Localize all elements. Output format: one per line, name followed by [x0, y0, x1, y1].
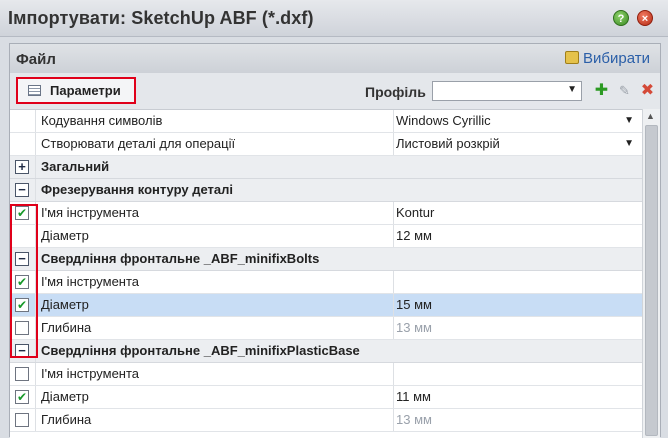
row-checkbox[interactable]: [15, 413, 29, 427]
close-icon[interactable]: ×: [637, 10, 653, 26]
chevron-down-icon[interactable]: ▼: [624, 110, 634, 132]
row-name: Глибина: [36, 317, 394, 339]
table-row[interactable]: ✔ І'мя інструмента: [10, 271, 642, 294]
choose-link[interactable]: Вибирати: [565, 50, 650, 67]
row-control-cell: ✔: [10, 202, 36, 224]
table-row[interactable]: ✔ І'мя інструмента Kontur: [10, 202, 642, 225]
row-control-cell: [10, 133, 36, 155]
expand-icon[interactable]: +: [15, 160, 29, 174]
row-name: Діаметр: [36, 386, 394, 408]
row-control-cell: −: [10, 179, 36, 201]
row-value-text: Листовий розкрій: [396, 136, 500, 151]
row-name: І'мя інструмента: [36, 202, 394, 224]
row-value[interactable]: [394, 271, 642, 293]
group-row[interactable]: + Загальний: [10, 156, 642, 179]
row-value-text: Windows Cyrillic: [396, 113, 491, 128]
edit-profile-icon[interactable]: ✎: [617, 83, 632, 98]
row-value[interactable]: 11 мм: [394, 386, 642, 408]
row-control-cell: ✔: [10, 386, 36, 408]
collapse-icon[interactable]: −: [15, 344, 29, 358]
table-row[interactable]: Глибина 13 мм: [10, 317, 642, 340]
row-value-text: 11 мм: [396, 389, 431, 404]
row-value[interactable]: 13 мм: [394, 317, 642, 339]
row-value-text: Kontur: [396, 205, 435, 220]
delete-profile-icon[interactable]: ✖: [640, 83, 655, 99]
row-control-cell: −: [10, 248, 36, 270]
help-icon[interactable]: ?: [613, 10, 629, 26]
group-row[interactable]: − Свердління фронтальне _ABF_minifixBolts: [10, 248, 642, 271]
collapse-icon[interactable]: −: [15, 252, 29, 266]
collapse-icon[interactable]: −: [15, 183, 29, 197]
toolbar: Параметри Профіль ▼ ✚ ✎ ✖: [10, 73, 660, 109]
row-value-text: 13 мм: [396, 412, 432, 427]
profile-label: Профіль: [365, 84, 426, 100]
row-name: І'мя інструмента: [36, 363, 394, 385]
row-value-text: 12 мм: [396, 228, 432, 243]
row-checkbox[interactable]: [15, 321, 29, 335]
chevron-down-icon: ▼: [567, 84, 577, 95]
row-name: Фрезерування контуру деталі: [41, 182, 234, 197]
table-row[interactable]: Глибина 13 мм: [10, 409, 642, 432]
row-name: Загальний: [41, 159, 110, 174]
row-name: Створювати деталі для операції: [36, 133, 394, 155]
row-value[interactable]: 13 мм: [394, 409, 642, 431]
row-control-cell: ✔: [10, 271, 36, 293]
file-panel: Файл Вибирати Параметри Профіль ▼ ✚ ✎ ✖ …: [9, 43, 661, 438]
row-name: Глибина: [36, 409, 394, 431]
table-row[interactable]: Створювати деталі для операції Листовий р…: [10, 133, 642, 156]
window-title: Імпортувати: SketchUp ABF (*.dxf): [8, 8, 314, 28]
vertical-scrollbar[interactable]: ▲: [642, 109, 660, 438]
row-control-cell: [10, 317, 36, 339]
group-row[interactable]: − Свердління фронтальне _ABF_minifixPlast…: [10, 340, 642, 363]
row-value[interactable]: Kontur: [394, 202, 642, 224]
window-titlebar: Імпортувати: SketchUp ABF (*.dxf) ? ×: [0, 0, 668, 37]
row-name: Свердління фронтальне _ABF_minifixPlasti…: [41, 343, 360, 358]
row-control-cell: [10, 363, 36, 385]
parameters-button[interactable]: Параметри: [16, 77, 136, 104]
row-checkbox[interactable]: ✔: [15, 390, 29, 404]
table-row[interactable]: Кодування символів Windows Cyrillic ▼: [10, 110, 642, 133]
table-row[interactable]: І'мя інструмента: [10, 363, 642, 386]
group-row[interactable]: − Фрезерування контуру деталі: [10, 179, 642, 202]
parameters-label: Параметри: [50, 83, 121, 98]
row-control-cell: −: [10, 340, 36, 362]
folder-icon: [565, 51, 580, 64]
table-row[interactable]: ✔ Діаметр 15 мм: [10, 294, 642, 317]
table-row[interactable]: ✔ Діаметр 11 мм: [10, 386, 642, 409]
choose-label: Вибирати: [583, 50, 650, 67]
row-value[interactable]: 15 мм: [394, 294, 642, 316]
row-control-cell: [10, 409, 36, 431]
row-value-text: 15 мм: [396, 297, 432, 312]
chevron-down-icon[interactable]: ▼: [624, 133, 634, 155]
row-checkbox[interactable]: ✔: [15, 298, 29, 312]
row-control-cell: +: [10, 156, 36, 178]
file-title: Файл: [16, 51, 56, 68]
row-name: Діаметр: [36, 294, 394, 316]
list-icon: [28, 85, 41, 96]
row-value-text: 13 мм: [396, 320, 432, 335]
row-control-cell: [10, 225, 36, 247]
profile-select[interactable]: ▼: [432, 81, 582, 101]
row-control-cell: ✔: [10, 294, 36, 316]
parameters-grid: Кодування символів Windows Cyrillic ▼ Створ…: [10, 109, 642, 438]
file-header: Файл Вибирати: [10, 44, 660, 73]
row-value[interactable]: [394, 363, 642, 385]
row-checkbox[interactable]: ✔: [15, 275, 29, 289]
row-value[interactable]: 12 мм: [394, 225, 642, 247]
row-value[interactable]: Листовий розкрій ▼: [394, 133, 642, 155]
row-name: Кодування символів: [36, 110, 394, 132]
row-name: І'мя інструмента: [36, 271, 394, 293]
row-checkbox[interactable]: [15, 367, 29, 381]
row-checkbox[interactable]: ✔: [15, 206, 29, 220]
scroll-thumb[interactable]: [645, 125, 658, 436]
scroll-up-icon[interactable]: ▲: [646, 111, 655, 121]
add-profile-icon[interactable]: ✚: [594, 83, 609, 99]
row-control-cell: [10, 110, 36, 132]
row-name: Діаметр: [36, 225, 394, 247]
table-row[interactable]: Діаметр 12 мм: [10, 225, 642, 248]
row-name: Свердління фронтальне _ABF_minifixBolts: [41, 251, 320, 266]
row-value[interactable]: Windows Cyrillic ▼: [394, 110, 642, 132]
